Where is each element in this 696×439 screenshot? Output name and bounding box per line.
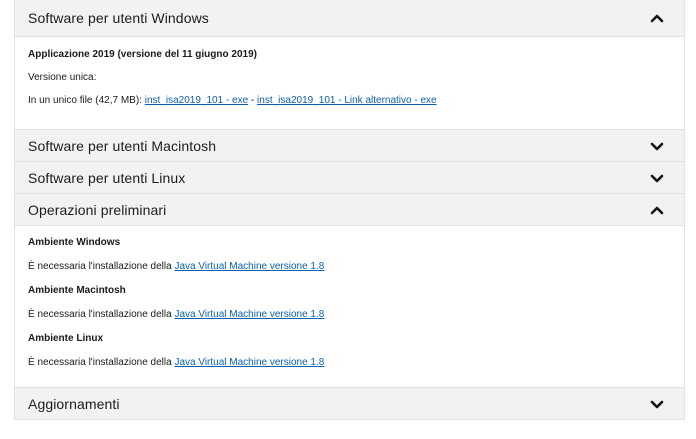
jvm-link-windows[interactable]: Java Virtual Machine versione 1.8 [174,261,324,272]
chevron-up-icon[interactable] [650,204,664,216]
section-header-macintosh[interactable]: Software per utenti Macintosh [15,129,684,161]
section-header-preliminari[interactable]: Operazioni preliminari [15,193,684,225]
section-title-preliminari: Operazioni preliminari [28,201,167,218]
env-macintosh-heading: Ambiente Macintosh [28,285,126,296]
section-body-windows: Applicazione 2019 (versione del 11 giugn… [15,36,684,129]
chevron-down-icon[interactable] [650,398,664,410]
section-header-aggiornamenti[interactable]: Aggiornamenti [15,387,684,419]
section-title-aggiornamenti: Aggiornamenti [28,395,120,412]
section-title-windows: Software per utenti Windows [28,10,209,26]
download-link-alternative-exe[interactable]: inst_isa2019_101 - Link alternativo - ex… [257,95,437,106]
chevron-down-icon[interactable] [650,172,664,184]
jvm-link-linux[interactable]: Java Virtual Machine versione 1.8 [174,357,324,368]
requirement-text: È necessaria l'installazione della [28,357,175,368]
requirement-text: È necessaria l'installazione della [28,261,175,272]
downloads-accordion: Software per utenti Windows Applicazione… [14,0,685,420]
section-title-linux: Software per utenti Linux [28,169,186,186]
version-label: Versione unica: [28,72,97,83]
jvm-link-macintosh[interactable]: Java Virtual Machine versione 1.8 [174,309,324,320]
env-linux-heading: Ambiente Linux [28,333,104,344]
file-download-line: In un unico file (42,7 MB): inst_isa2019… [28,94,671,107]
requirement-macintosh: È necessaria l'installazione della Java … [28,308,671,321]
requirement-windows: È necessaria l'installazione della Java … [28,260,671,273]
chevron-up-icon[interactable] [650,12,664,24]
section-header-linux[interactable]: Software per utenti Linux [15,161,684,193]
requirement-linux: È necessaria l'installazione della Java … [28,356,671,369]
link-separator: - [248,95,258,106]
file-prefix: In un unico file (42,7 MB): [28,95,142,106]
section-header-windows[interactable]: Software per utenti Windows [15,0,684,36]
requirement-text: È necessaria l'installazione della [28,309,175,320]
env-windows-heading: Ambiente Windows [28,237,121,248]
app-heading: Applicazione 2019 (versione del 11 giugn… [28,49,257,60]
chevron-down-icon[interactable] [650,140,664,152]
section-body-preliminari: Ambiente Windows È necessaria l'installa… [15,225,684,387]
download-link-exe[interactable]: inst_isa2019_101 - exe [145,95,248,106]
section-title-macintosh: Software per utenti Macintosh [28,137,217,154]
